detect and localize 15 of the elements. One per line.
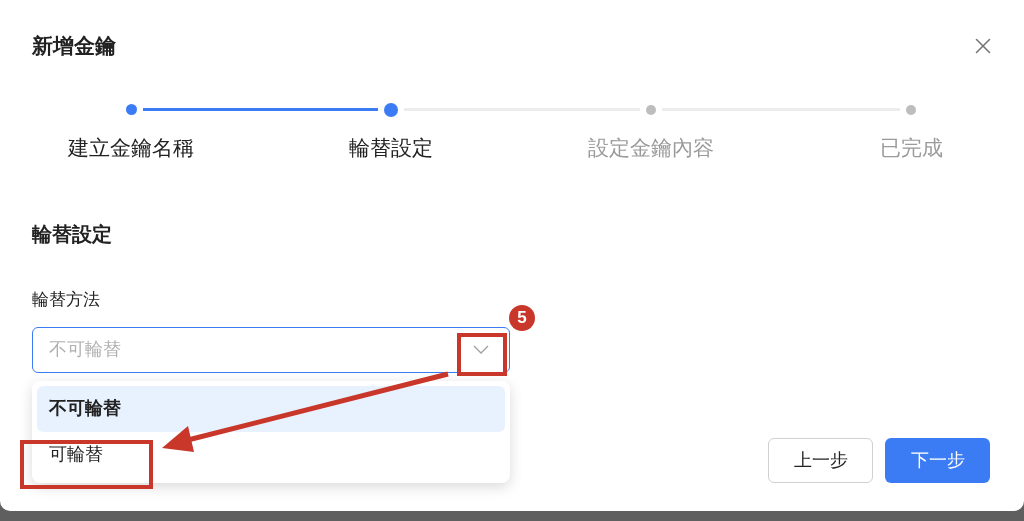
dropdown-option[interactable]: 不可輪替 [37, 385, 505, 432]
section-heading: 輪替設定 [32, 222, 112, 247]
chevron-icon [473, 345, 489, 354]
dialog-title: 新增金鑰 [32, 33, 116, 59]
back-button[interactable]: 上一步 [768, 438, 873, 483]
step-label: 設定金鑰內容 [588, 134, 714, 161]
step-label: 建立金鑰名稱 [68, 134, 194, 161]
field-label: 輪替方法 [32, 289, 100, 311]
step-label: 輪替設定 [349, 134, 433, 161]
step-badge: 5 [509, 305, 535, 331]
select-placeholder: 不可輪替 [49, 338, 122, 361]
annotation-box [457, 333, 507, 376]
step-label: 已完成 [879, 134, 943, 161]
next-button[interactable]: 下一步 [885, 438, 990, 483]
dropdown-option[interactable]: 可輪替 [37, 431, 505, 478]
